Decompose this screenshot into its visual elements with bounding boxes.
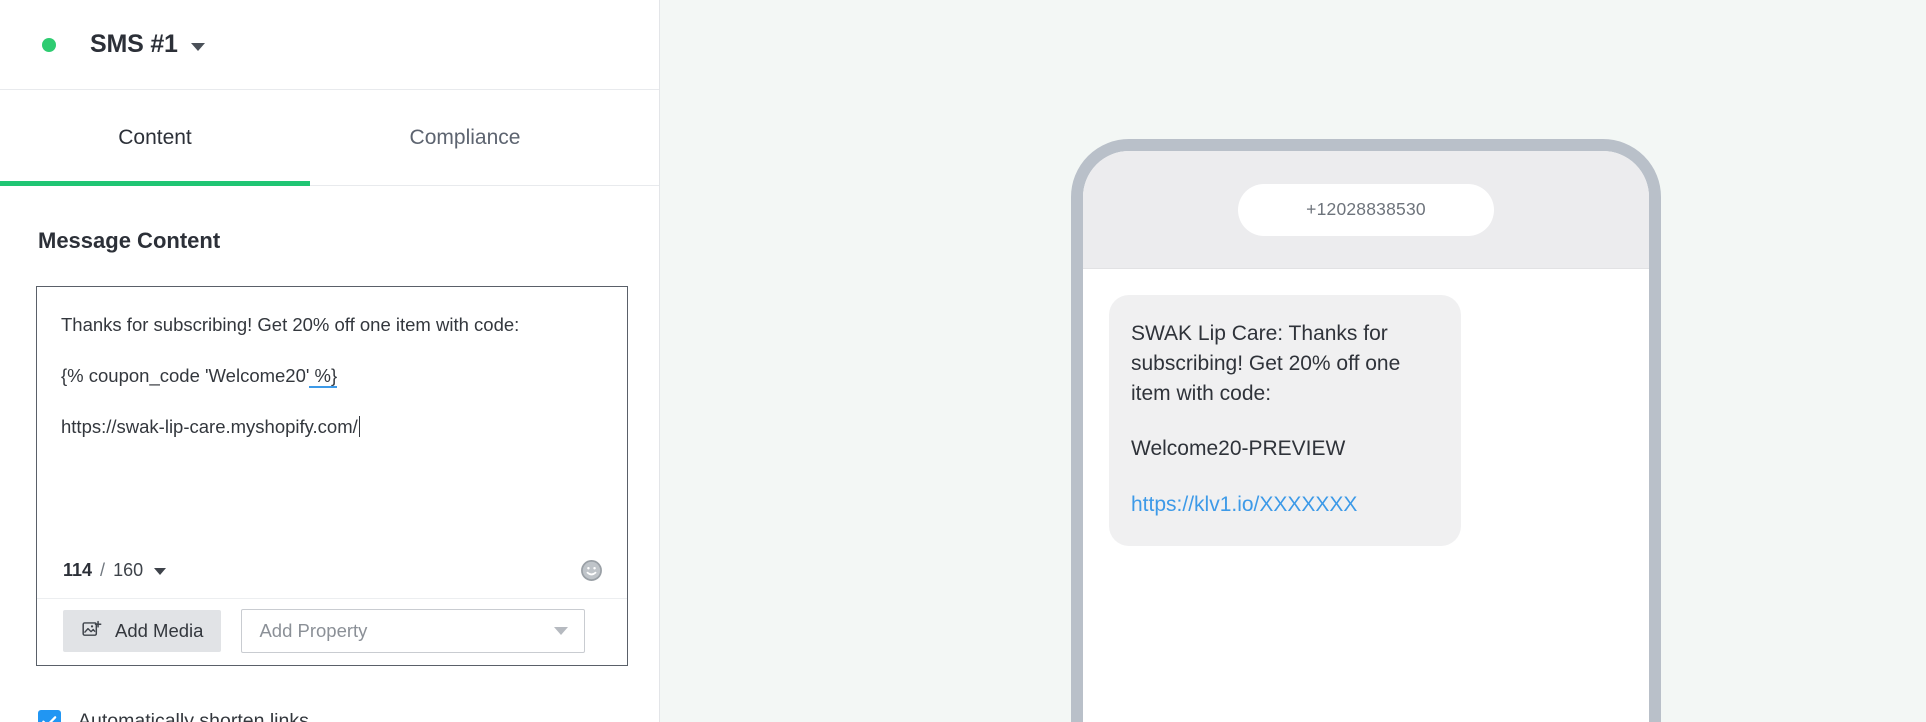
section-title-message-content: Message Content <box>38 228 221 253</box>
status-dot-icon <box>42 37 56 52</box>
editor-header: SMS #1 <box>0 0 659 90</box>
sms-preview-link[interactable]: https://klv1.io/XXXXXXX <box>1131 490 1435 520</box>
text-cursor <box>358 415 361 437</box>
image-plus-icon <box>81 619 102 643</box>
preview-panel: +12028838530 SWAK Lip Care: Thanks for s… <box>660 0 1926 722</box>
tab-content[interactable]: Content <box>0 90 310 186</box>
add-property-select[interactable]: Add Property <box>241 609 586 653</box>
sms-editor-screen: SMS #1 Content Compliance Message Conten… <box>0 0 1926 722</box>
tab-compliance[interactable]: Compliance <box>310 90 620 186</box>
character-counter[interactable]: 114 / 160 <box>63 559 167 581</box>
character-count-separator: / <box>100 559 106 580</box>
phone-screen: SWAK Lip Care: Thanks for subscribing! G… <box>1083 269 1649 722</box>
sms-preview-paragraph-2: Welcome20-PREVIEW <box>1131 437 1346 461</box>
editor-panel: SMS #1 Content Compliance Message Conten… <box>0 0 660 722</box>
sender-number: +12028838530 <box>1306 199 1426 219</box>
add-media-button[interactable]: Add Media <box>63 610 222 652</box>
tab-bar: Content Compliance <box>0 90 659 186</box>
phone-status-bar: +12028838530 <box>1083 151 1649 269</box>
liquid-tag-prefix: {% coupon_code 'Welcome20' <box>61 364 310 386</box>
add-property-placeholder: Add Property <box>259 620 368 641</box>
chevron-down-icon[interactable] <box>190 43 205 51</box>
character-count-limit: 160 <box>113 559 144 580</box>
message-textarea[interactable]: Thanks for subscribing! Get 20% off one … <box>37 287 627 537</box>
page-title: SMS #1 <box>90 30 178 58</box>
character-count-used: 114 <box>63 559 93 580</box>
shorten-links-label: Automatically shorten links <box>78 710 309 722</box>
sender-number-pill: +12028838530 <box>1238 183 1494 236</box>
check-icon <box>42 716 57 722</box>
message-line-1: Thanks for subscribing! Get 20% off one … <box>61 314 520 335</box>
chevron-down-icon <box>554 627 569 635</box>
message-line-3: https://swak-lip-care.myshopify.com/ <box>61 415 603 440</box>
sms-preview-paragraph-1: SWAK Lip Care: Thanks for subscribing! G… <box>1131 322 1401 405</box>
phone-mockup: +12028838530 SWAK Lip Care: Thanks for s… <box>1071 139 1661 722</box>
message-url: https://swak-lip-care.myshopify.com/ <box>61 415 358 437</box>
chevron-down-icon[interactable] <box>154 568 167 575</box>
shorten-links-row: Automatically shorten links <box>38 710 659 722</box>
shorten-links-checkbox[interactable] <box>38 710 61 722</box>
emoji-smiley-icon[interactable] <box>579 558 603 582</box>
composer-actions-row: Add Media Add Property <box>37 597 627 665</box>
sms-preview-bubble: SWAK Lip Care: Thanks for subscribing! G… <box>1109 295 1461 547</box>
add-media-label: Add Media <box>115 620 204 641</box>
active-tab-indicator <box>0 181 310 186</box>
liquid-tag-close: %} <box>309 364 338 388</box>
composer-counter-row: 114 / 160 <box>37 542 627 599</box>
message-line-2: {% coupon_code 'Welcome20' %} <box>61 364 603 389</box>
message-composer[interactable]: Thanks for subscribing! Get 20% off one … <box>36 286 628 666</box>
